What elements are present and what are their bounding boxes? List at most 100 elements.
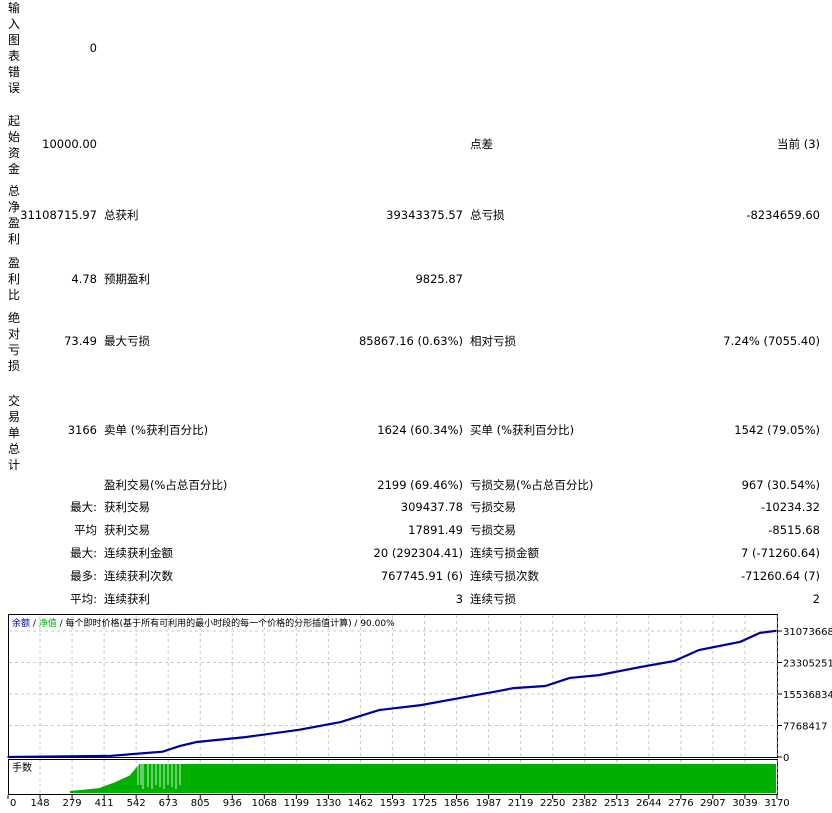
x-tick-label: 0 <box>10 798 16 809</box>
y-tick-label: 15536834 <box>783 690 832 701</box>
x-tick-label: 2776 <box>668 798 693 809</box>
field-value: -8234659.60 <box>746 208 820 222</box>
field-label: 最大亏损 <box>104 334 150 348</box>
field-label: 卖单 (%获利百分比) <box>104 423 209 437</box>
row-value: 73.49 <box>64 334 97 348</box>
field-value: 39343375.57 <box>386 208 463 222</box>
field-value: 2 <box>812 592 820 606</box>
balance-point <box>639 666 642 668</box>
balance-point <box>420 704 422 706</box>
balance-point <box>298 729 300 731</box>
field-label: 总获利 <box>104 208 139 222</box>
x-tick-label: 148 <box>30 798 49 809</box>
row-value: 3166 <box>67 423 97 437</box>
balance-point <box>178 745 181 747</box>
x-tick-label: 1856 <box>444 798 469 809</box>
field-value: 1542 (79.05%) <box>734 423 820 437</box>
y-tick-label: 0 <box>783 753 789 764</box>
x-tick-label: 2382 <box>572 798 597 809</box>
y-tick-label: 7768417 <box>783 722 828 733</box>
field-label: 连续亏损次数 <box>470 569 539 583</box>
balance-point <box>739 641 742 643</box>
x-tick-label: 2907 <box>700 798 725 809</box>
x-tick-label: 1330 <box>316 798 341 809</box>
field-label: 获利交易 <box>104 500 150 514</box>
field-value: 85867.16 (0.63%) <box>358 334 463 348</box>
field-value: 7.24% (7055.40) <box>723 334 820 348</box>
x-tick-label: 805 <box>191 798 210 809</box>
y-tick-label: 23305251 <box>783 659 832 670</box>
chart-legend: 余额 / 净值 / 每个即时价格(基于所有可利用的最小时段的每一个价格的分形插值… <box>12 617 395 629</box>
balance-point <box>673 660 676 662</box>
field-label: 点差 <box>470 137 493 151</box>
row-value: 0 <box>89 41 97 55</box>
balance-point <box>598 674 600 676</box>
balance-point <box>468 695 471 697</box>
field-value: 767745.91 (6) <box>380 569 463 583</box>
legend-sep: / <box>30 619 39 629</box>
field-label: 预期盈利 <box>104 272 150 286</box>
stat-prefix: 最大: <box>70 546 97 560</box>
balance-point <box>759 632 761 634</box>
field-value: 1624 (60.34%) <box>377 423 463 437</box>
x-tick-label: 3170 <box>764 798 789 809</box>
x-tick-label: 1068 <box>252 798 277 809</box>
field-value: 2199 (69.46%) <box>377 478 463 492</box>
field-label: 连续获利金额 <box>104 546 173 560</box>
field-label: 连续获利次数 <box>104 569 173 583</box>
lots-label: 手数 <box>12 761 32 774</box>
stat-prefix: 最多: <box>70 569 97 583</box>
balance-point <box>7 756 9 758</box>
legend-desc: / 每个即时价格(基于所有可利用的最小时段的每一个价格的分形插值计算) / 90… <box>57 617 395 629</box>
field-label: 总亏损 <box>470 208 505 222</box>
field-value: 3 <box>455 592 463 606</box>
stat-prefix: 最大: <box>70 500 97 514</box>
balance-point <box>244 736 247 738</box>
stat-prefix: 平均: <box>70 592 97 606</box>
balance-point <box>161 750 164 753</box>
x-tick-label: 279 <box>63 798 82 809</box>
x-tick-label: 1462 <box>348 798 373 809</box>
field-value: -71260.64 (7) <box>741 569 820 583</box>
x-tick-label: 1987 <box>476 798 501 809</box>
field-value: 17891.49 <box>408 523 463 537</box>
balance-point <box>378 709 381 711</box>
field-value: 7 (-71260.64) <box>741 546 820 560</box>
x-tick-label: 936 <box>223 798 242 809</box>
x-tick-label: 1199 <box>284 798 309 809</box>
field-value: 9825.87 <box>415 272 463 286</box>
field-value: -10234.32 <box>760 500 820 514</box>
field-value: 当前 (3) <box>777 137 820 151</box>
x-tick-label: 1593 <box>380 798 405 809</box>
field-label: 连续获利 <box>104 592 150 606</box>
balance-point <box>698 649 700 651</box>
balance-point <box>775 630 777 632</box>
field-label: 盈利交易(%占总百分比) <box>104 478 228 492</box>
legend-equity: 净值 <box>39 617 57 629</box>
field-value: -8515.68 <box>768 523 820 537</box>
field-label: 连续亏损金额 <box>470 546 539 560</box>
field-label: 相对亏损 <box>470 334 516 348</box>
x-tick-label: 3039 <box>732 798 757 809</box>
row-value: 10000.00 <box>42 137 97 151</box>
x-tick-label: 673 <box>159 798 178 809</box>
x-tick-label: 2250 <box>540 798 565 809</box>
row-value: 4.78 <box>71 272 97 286</box>
field-label: 连续亏损 <box>470 592 516 606</box>
x-tick-label: 542 <box>127 798 146 809</box>
field-label: 亏损交易 <box>470 523 516 537</box>
balance-point <box>568 677 571 679</box>
balance-point <box>512 687 515 689</box>
x-tick-label: 411 <box>95 798 114 809</box>
balance-point <box>110 754 113 757</box>
x-tick-label: 2513 <box>604 798 629 809</box>
field-label: 获利交易 <box>104 523 150 537</box>
main-panel <box>8 614 778 758</box>
x-tick-label: 2644 <box>636 798 661 809</box>
balance-point <box>498 690 500 692</box>
balance-point <box>195 741 198 743</box>
field-value: 20 (292304.41) <box>373 546 463 560</box>
y-tick-label: 31073668 <box>783 627 832 638</box>
field-label: 亏损交易 <box>470 500 516 514</box>
field-value: 309437.78 <box>400 500 463 514</box>
